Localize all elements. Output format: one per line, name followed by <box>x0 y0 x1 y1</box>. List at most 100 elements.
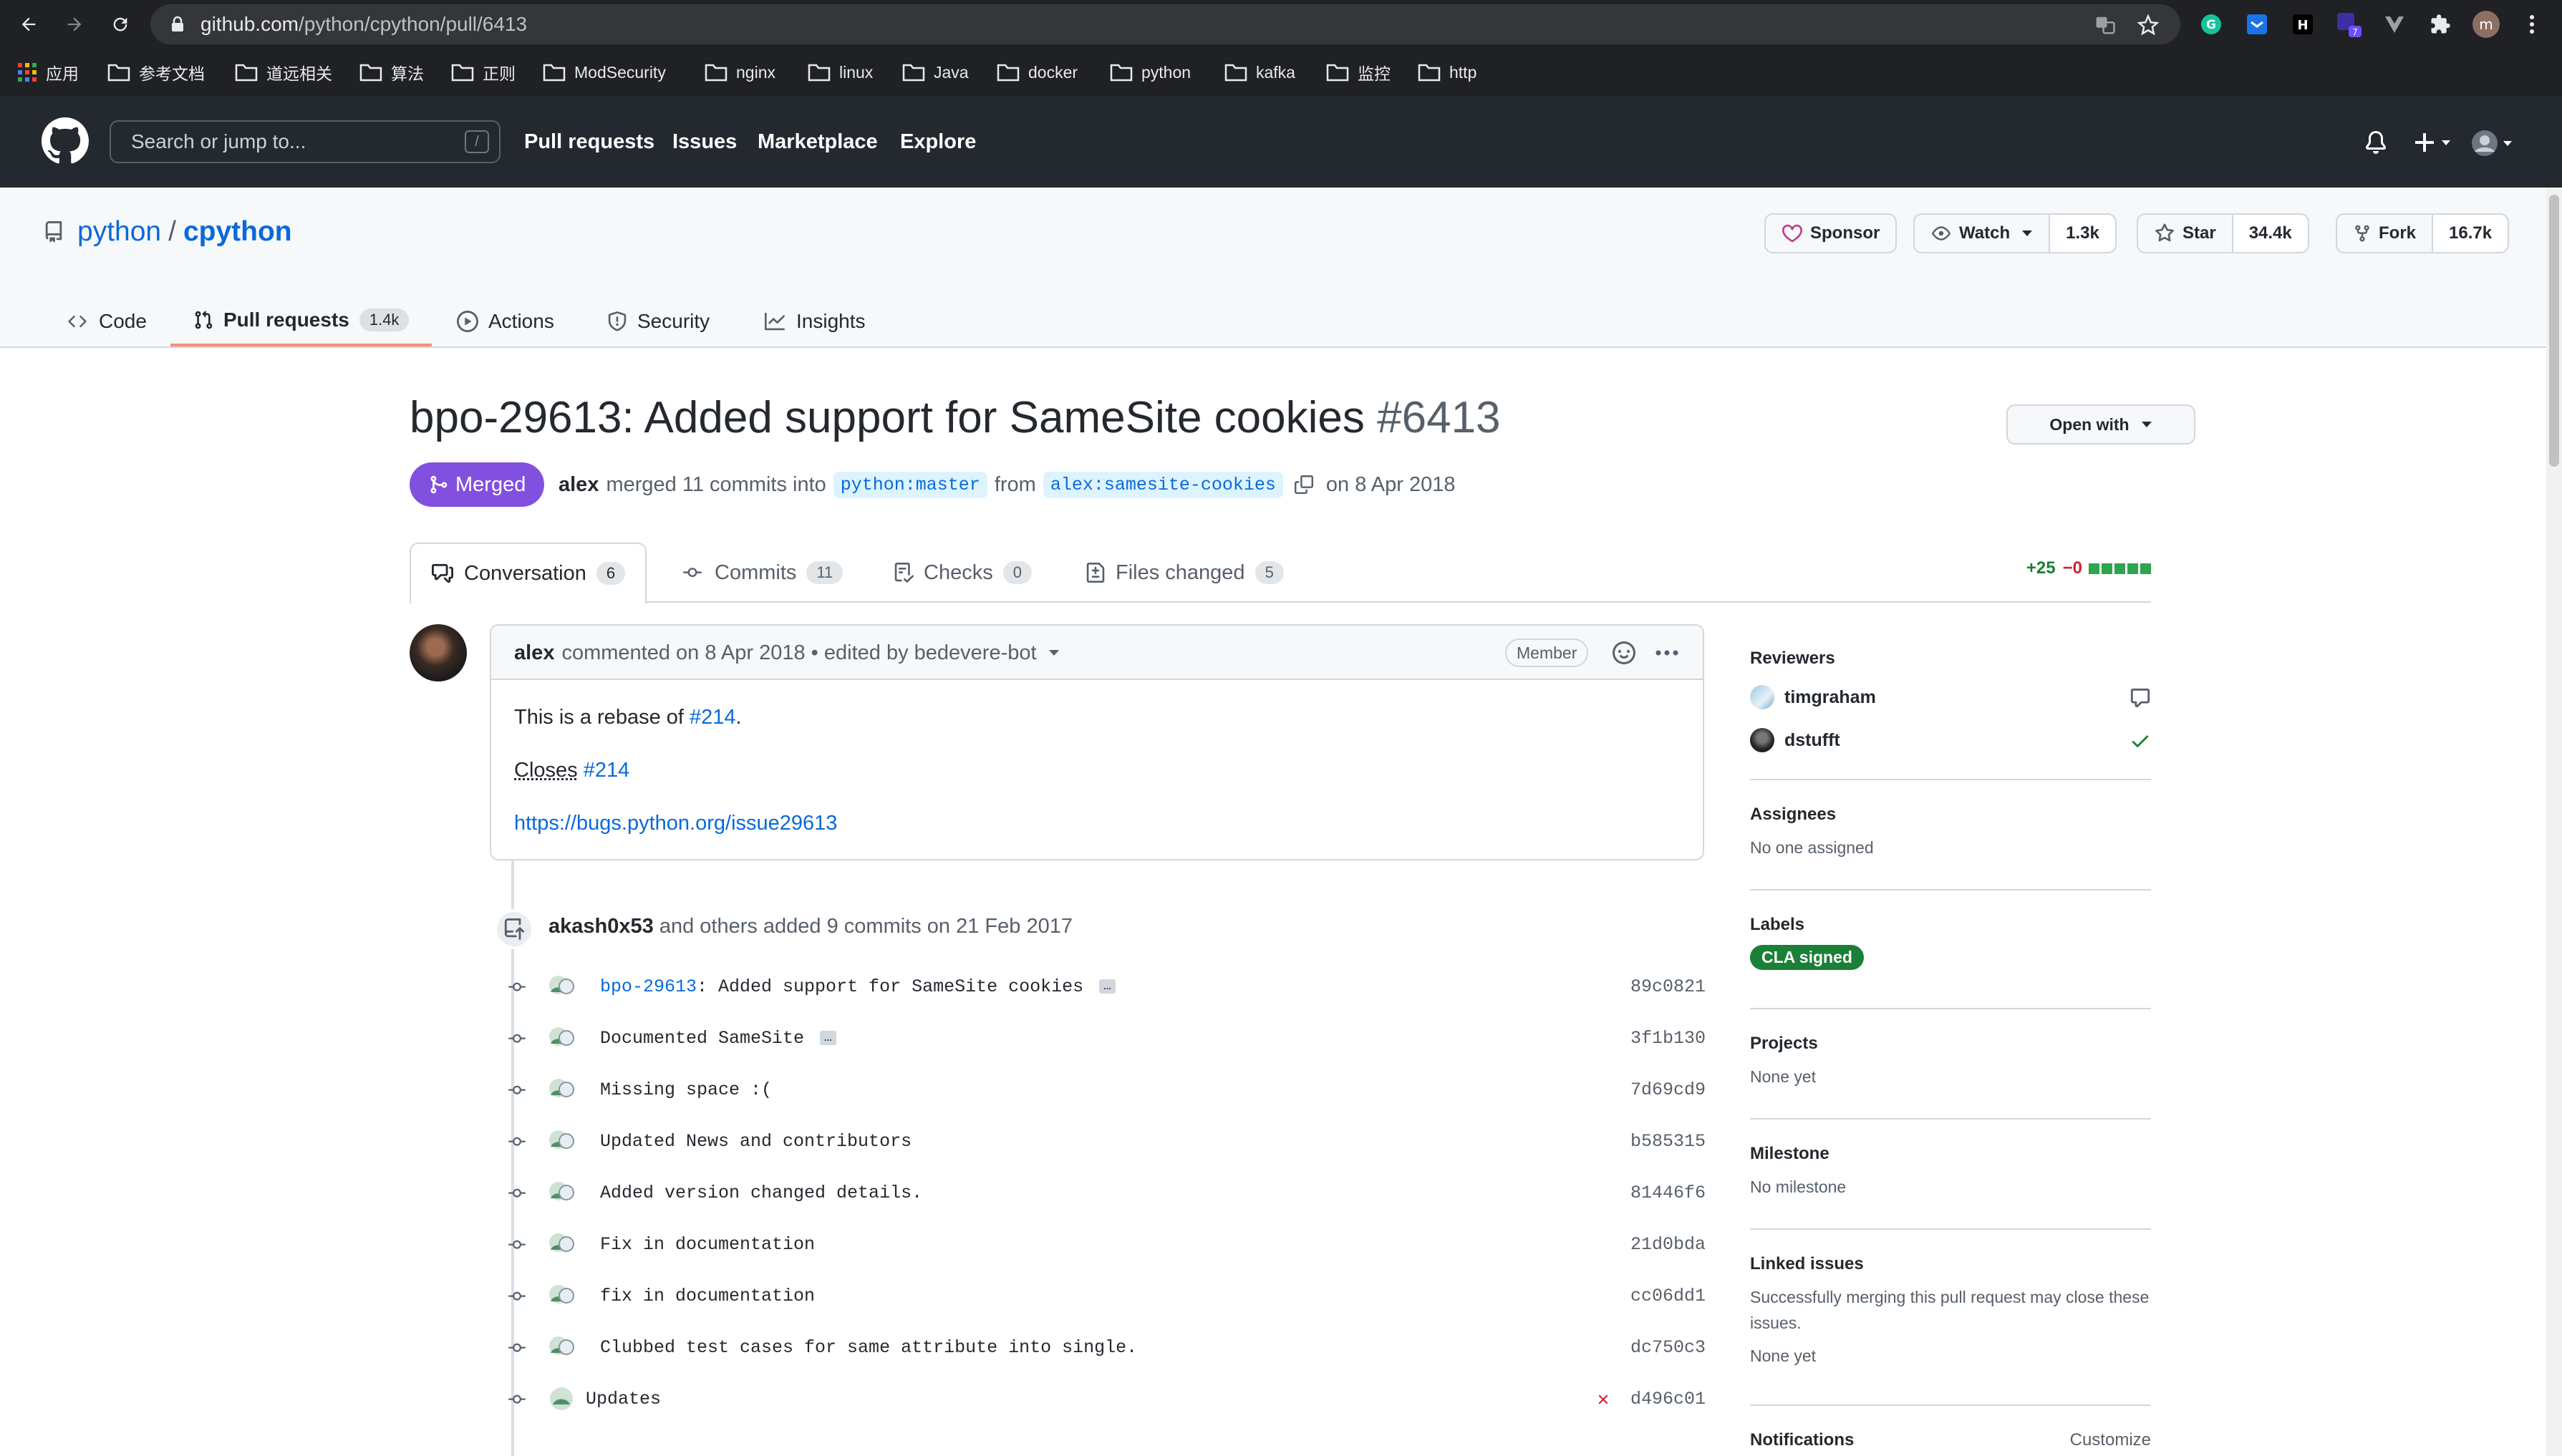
avatar[interactable] <box>548 1128 574 1154</box>
bell-icon[interactable] <box>2364 130 2387 155</box>
reviewer-row[interactable]: timgraham <box>1750 683 2151 712</box>
avatar[interactable] <box>548 1386 574 1412</box>
commit-row[interactable]: Documented SameSite … 3f1b130 <box>494 1021 1706 1057</box>
bookmark-folder[interactable]: kafka <box>1224 49 1295 96</box>
issue-link[interactable]: #214 <box>690 706 736 729</box>
linked-issues-heading[interactable]: Linked issues <box>1750 1254 2151 1274</box>
push-author[interactable]: akash0x53 <box>548 915 654 938</box>
repo-name-link[interactable]: cpython <box>183 216 292 248</box>
commit-message[interactable]: Updated News and contributors <box>600 1131 912 1152</box>
commit-message[interactable]: Added version changed details. <box>600 1183 922 1203</box>
milestone-heading[interactable]: Milestone <box>1750 1144 2151 1164</box>
pr-author-link[interactable]: alex <box>559 473 599 497</box>
open-with-button[interactable]: Open with <box>2006 404 2195 445</box>
user-avatar-menu[interactable] <box>2470 129 2513 157</box>
reload-icon[interactable] <box>106 10 135 39</box>
issue-link[interactable]: bpo-29613 <box>600 976 697 997</box>
nav-marketplace[interactable]: Marketplace <box>758 96 878 188</box>
avatar[interactable] <box>548 1180 574 1205</box>
star-count[interactable]: 34.4k <box>2231 215 2308 252</box>
bookmark-folder[interactable]: python <box>1110 49 1191 96</box>
commit-message[interactable]: : Added support for SameSite cookies <box>697 976 1083 997</box>
tab-commits[interactable]: Commits 11 <box>680 543 843 603</box>
back-icon[interactable] <box>14 10 43 39</box>
bookmark-folder[interactable]: nginx <box>705 49 775 96</box>
assignees-heading[interactable]: Assignees <box>1750 805 2151 825</box>
bookmark-folder[interactable]: docker <box>997 49 1078 96</box>
bookmark-apps[interactable]: 应用 <box>17 49 79 96</box>
commit-sha[interactable]: cc06dd1 <box>1630 1278 1706 1314</box>
commit-sha[interactable]: 3f1b130 <box>1630 1021 1706 1057</box>
tab-actions[interactable]: Actions <box>457 296 554 346</box>
tab-insights[interactable]: Insights <box>763 296 866 346</box>
commit-row[interactable]: Updated News and contributors b585315 <box>494 1124 1706 1160</box>
copy-icon[interactable] <box>1294 474 1313 495</box>
avatar[interactable] <box>548 1334 574 1360</box>
issue-link[interactable]: #214 <box>584 759 630 782</box>
bookmark-folder[interactable]: 监控 <box>1326 49 1391 96</box>
bug-tracker-link[interactable]: https://bugs.python.org/issue29613 <box>514 812 837 835</box>
watch-button[interactable]: Watch 1.3k <box>1913 213 2117 253</box>
commit-row[interactable]: Fix in documentation 21d0bda <box>494 1227 1706 1263</box>
github-logo-icon[interactable] <box>42 117 89 165</box>
commit-row[interactable]: Missing space :(7d69cd9 <box>494 1072 1706 1108</box>
nav-explore[interactable]: Explore <box>900 96 976 188</box>
base-branch[interactable]: python:master <box>833 471 987 498</box>
fork-count[interactable]: 16.7k <box>2432 215 2508 252</box>
commit-message[interactable]: Clubbed test cases for same attribute in… <box>600 1337 1137 1358</box>
x-fail-icon[interactable] <box>1595 1392 1611 1407</box>
forward-icon[interactable] <box>60 10 89 39</box>
fork-button[interactable]: Fork 16.7k <box>2336 213 2510 253</box>
bookmark-star-icon[interactable] <box>2137 14 2159 36</box>
head-branch[interactable]: alex:samesite-cookies <box>1043 471 1283 498</box>
commit-message[interactable]: Fix in documentation <box>600 1234 815 1255</box>
star-button[interactable]: Star 34.4k <box>2137 213 2309 253</box>
tab-pull-requests[interactable]: Pull requests 1.4k <box>170 296 432 346</box>
tab-code[interactable]: Code <box>66 296 147 346</box>
reviewer-row[interactable]: dstufft <box>1750 726 2151 754</box>
repo-owner-link[interactable]: python <box>77 216 161 248</box>
commit-row[interactable]: fix in documentation cc06dd1 <box>494 1278 1706 1314</box>
avatar[interactable] <box>548 974 574 999</box>
bookmark-folder[interactable]: 正则 <box>451 49 516 96</box>
address-bar[interactable]: github.com/python/cpython/pull/6413 <box>150 4 2180 44</box>
extension-h-icon[interactable]: H <box>2288 10 2317 39</box>
reviewers-heading[interactable]: Reviewers <box>1750 649 2151 669</box>
avatar[interactable] <box>548 1283 574 1309</box>
grammarly-icon[interactable]: G <box>2197 10 2225 39</box>
commit-sha[interactable]: d496c01 <box>1630 1382 1706 1417</box>
bookmark-folder[interactable]: Java <box>902 49 969 96</box>
kebab-menu-icon[interactable] <box>1655 650 1678 656</box>
nav-issues[interactable]: Issues <box>672 96 737 188</box>
translate-icon[interactable] <box>2094 14 2116 36</box>
avatar[interactable] <box>548 1231 574 1257</box>
commit-sha[interactable]: 21d0bda <box>1630 1227 1706 1263</box>
commit-row[interactable]: Clubbed test cases for same attribute in… <box>494 1330 1706 1366</box>
smiley-icon[interactable] <box>1613 641 1635 664</box>
customize-link[interactable]: Customize <box>2070 1430 2151 1450</box>
bookmark-folder[interactable]: 道远相关 <box>235 49 332 96</box>
commit-row[interactable]: Added version changed details. 81446f6 <box>494 1175 1706 1211</box>
extensions-puzzle-icon[interactable] <box>2426 10 2455 39</box>
comment-author[interactable]: alex <box>514 626 554 680</box>
vue-devtools-icon[interactable] <box>2380 10 2409 39</box>
extension-blue-icon[interactable] <box>2243 10 2271 39</box>
scrollbar-thumb[interactable] <box>2549 195 2559 467</box>
page-scrollbar[interactable] <box>2546 188 2562 1456</box>
labels-heading[interactable]: Labels <box>1750 915 2151 935</box>
commit-row[interactable]: bpo-29613: Added support for SameSite co… <box>494 969 1706 1005</box>
bookmark-folder[interactable]: 参考文档 <box>107 49 205 96</box>
tab-security[interactable]: Security <box>607 296 710 346</box>
expand-commit-button[interactable]: … <box>820 1031 836 1046</box>
browser-menu-icon[interactable] <box>2518 10 2546 39</box>
commit-sha[interactable]: 7d69cd9 <box>1630 1072 1706 1108</box>
projects-heading[interactable]: Projects <box>1750 1034 2151 1054</box>
extension-badge-icon[interactable]: 7 <box>2334 10 2363 39</box>
commit-sha[interactable]: 81446f6 <box>1630 1175 1706 1211</box>
profile-avatar[interactable]: m <box>2472 10 2500 39</box>
commit-sha[interactable]: 89c0821 <box>1630 969 1706 1005</box>
bookmark-folder[interactable]: http <box>1418 49 1476 96</box>
commit-sha[interactable]: b585315 <box>1630 1124 1706 1160</box>
label-badge[interactable]: CLA signed <box>1750 945 1864 970</box>
commit-message[interactable]: Updates <box>586 1389 661 1409</box>
